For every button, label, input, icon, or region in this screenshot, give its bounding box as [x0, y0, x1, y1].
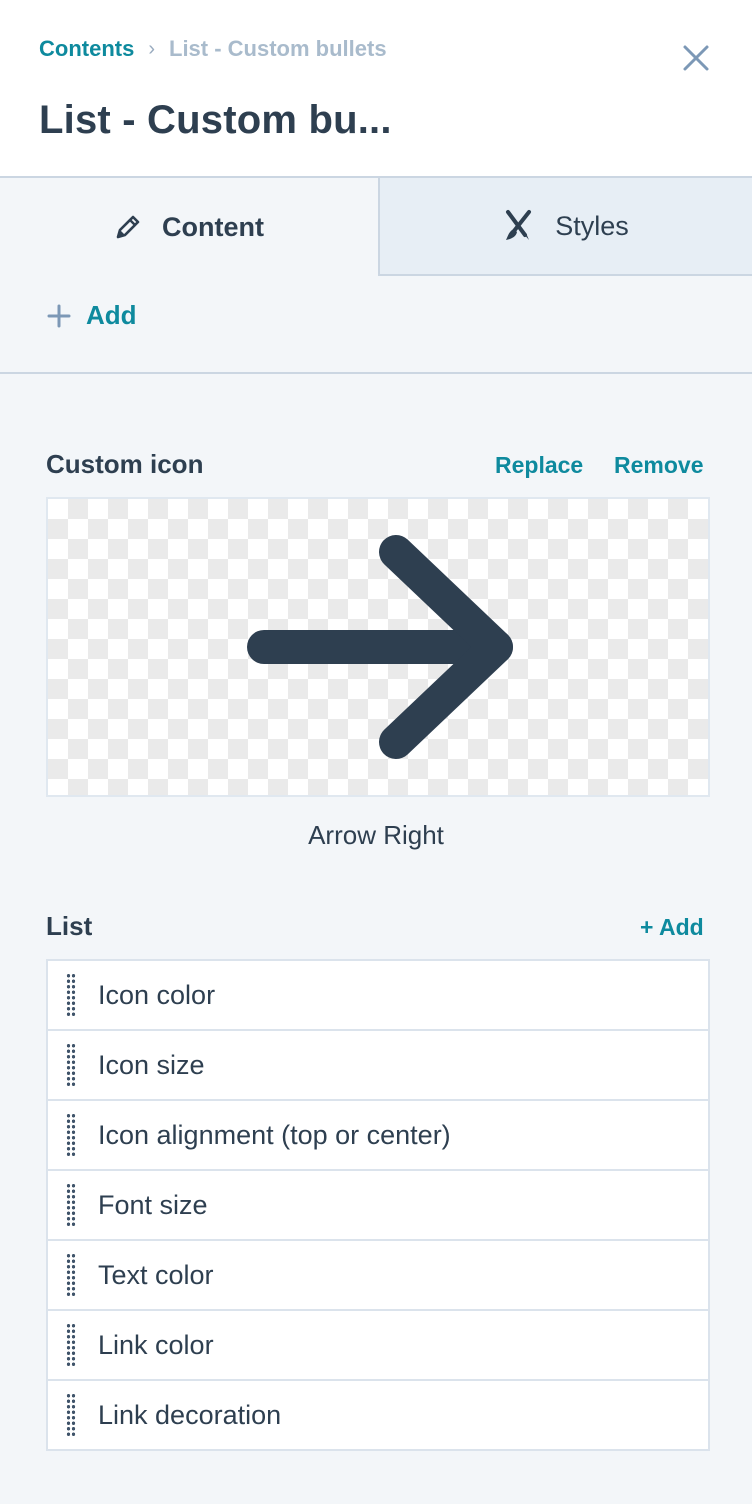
icon-preview[interactable] — [46, 497, 710, 797]
list-item-label: Link decoration — [98, 1399, 282, 1430]
page-title: List - Custom bu... — [39, 98, 392, 142]
list-item-label: Icon color — [98, 979, 216, 1010]
list-label: List — [46, 911, 93, 941]
list-item[interactable]: Icon size — [48, 1031, 708, 1101]
arrow-right-icon — [247, 535, 513, 759]
custom-icon-label: Custom icon — [46, 449, 204, 479]
drag-handle-icon[interactable] — [66, 1393, 76, 1437]
pencil-icon — [116, 215, 140, 239]
list-item[interactable]: Link color — [48, 1311, 708, 1381]
list-item[interactable]: Font size — [48, 1171, 708, 1241]
tab-content-label: Content — [162, 211, 264, 242]
drag-handle-icon[interactable] — [66, 973, 76, 1017]
breadcrumb: Contents › List - Custom bullets — [39, 36, 387, 62]
add-button[interactable]: Add — [46, 300, 137, 331]
list-item[interactable]: Link decoration — [48, 1381, 708, 1449]
drag-handle-icon[interactable] — [66, 1253, 76, 1297]
drag-handle-icon[interactable] — [66, 1113, 76, 1157]
icon-name: Arrow Right — [308, 820, 444, 850]
list-item[interactable]: Icon color — [48, 961, 708, 1031]
tab-styles-label: Styles — [555, 210, 629, 241]
close-icon — [683, 45, 709, 71]
tab-content[interactable]: Content — [0, 178, 378, 276]
list-item-label: Text color — [98, 1259, 214, 1290]
list-item-label: Link color — [98, 1329, 214, 1360]
list-item[interactable]: Icon alignment (top or center) — [48, 1101, 708, 1171]
tab-bar: Content Styles — [0, 178, 752, 276]
breadcrumb-current: List - Custom bullets — [169, 36, 387, 61]
list-add-link[interactable]: + Add — [640, 914, 704, 941]
list-items: Icon color Icon size Icon alignment (top… — [46, 959, 710, 1451]
replace-icon-link[interactable]: Replace — [495, 452, 583, 479]
tab-styles[interactable]: Styles — [378, 178, 752, 276]
brush-pen-icon — [506, 210, 532, 240]
list-item-label: Icon size — [98, 1049, 205, 1080]
add-button-label: Add — [86, 300, 137, 330]
list-item-label: Font size — [98, 1189, 208, 1220]
plus-icon — [47, 304, 71, 327]
panel-header: Contents › List - Custom bullets List - … — [0, 0, 752, 178]
drag-handle-icon[interactable] — [66, 1043, 76, 1087]
drag-handle-icon[interactable] — [66, 1323, 76, 1367]
close-button[interactable] — [678, 40, 714, 76]
breadcrumb-separator-icon: › — [148, 37, 155, 60]
breadcrumb-contents-link[interactable]: Contents — [39, 36, 134, 62]
remove-icon-link[interactable]: Remove — [614, 452, 703, 479]
list-item[interactable]: Text color — [48, 1241, 708, 1311]
add-row: Add — [0, 276, 752, 374]
list-item-label: Icon alignment (top or center) — [98, 1119, 451, 1150]
drag-handle-icon[interactable] — [66, 1183, 76, 1227]
